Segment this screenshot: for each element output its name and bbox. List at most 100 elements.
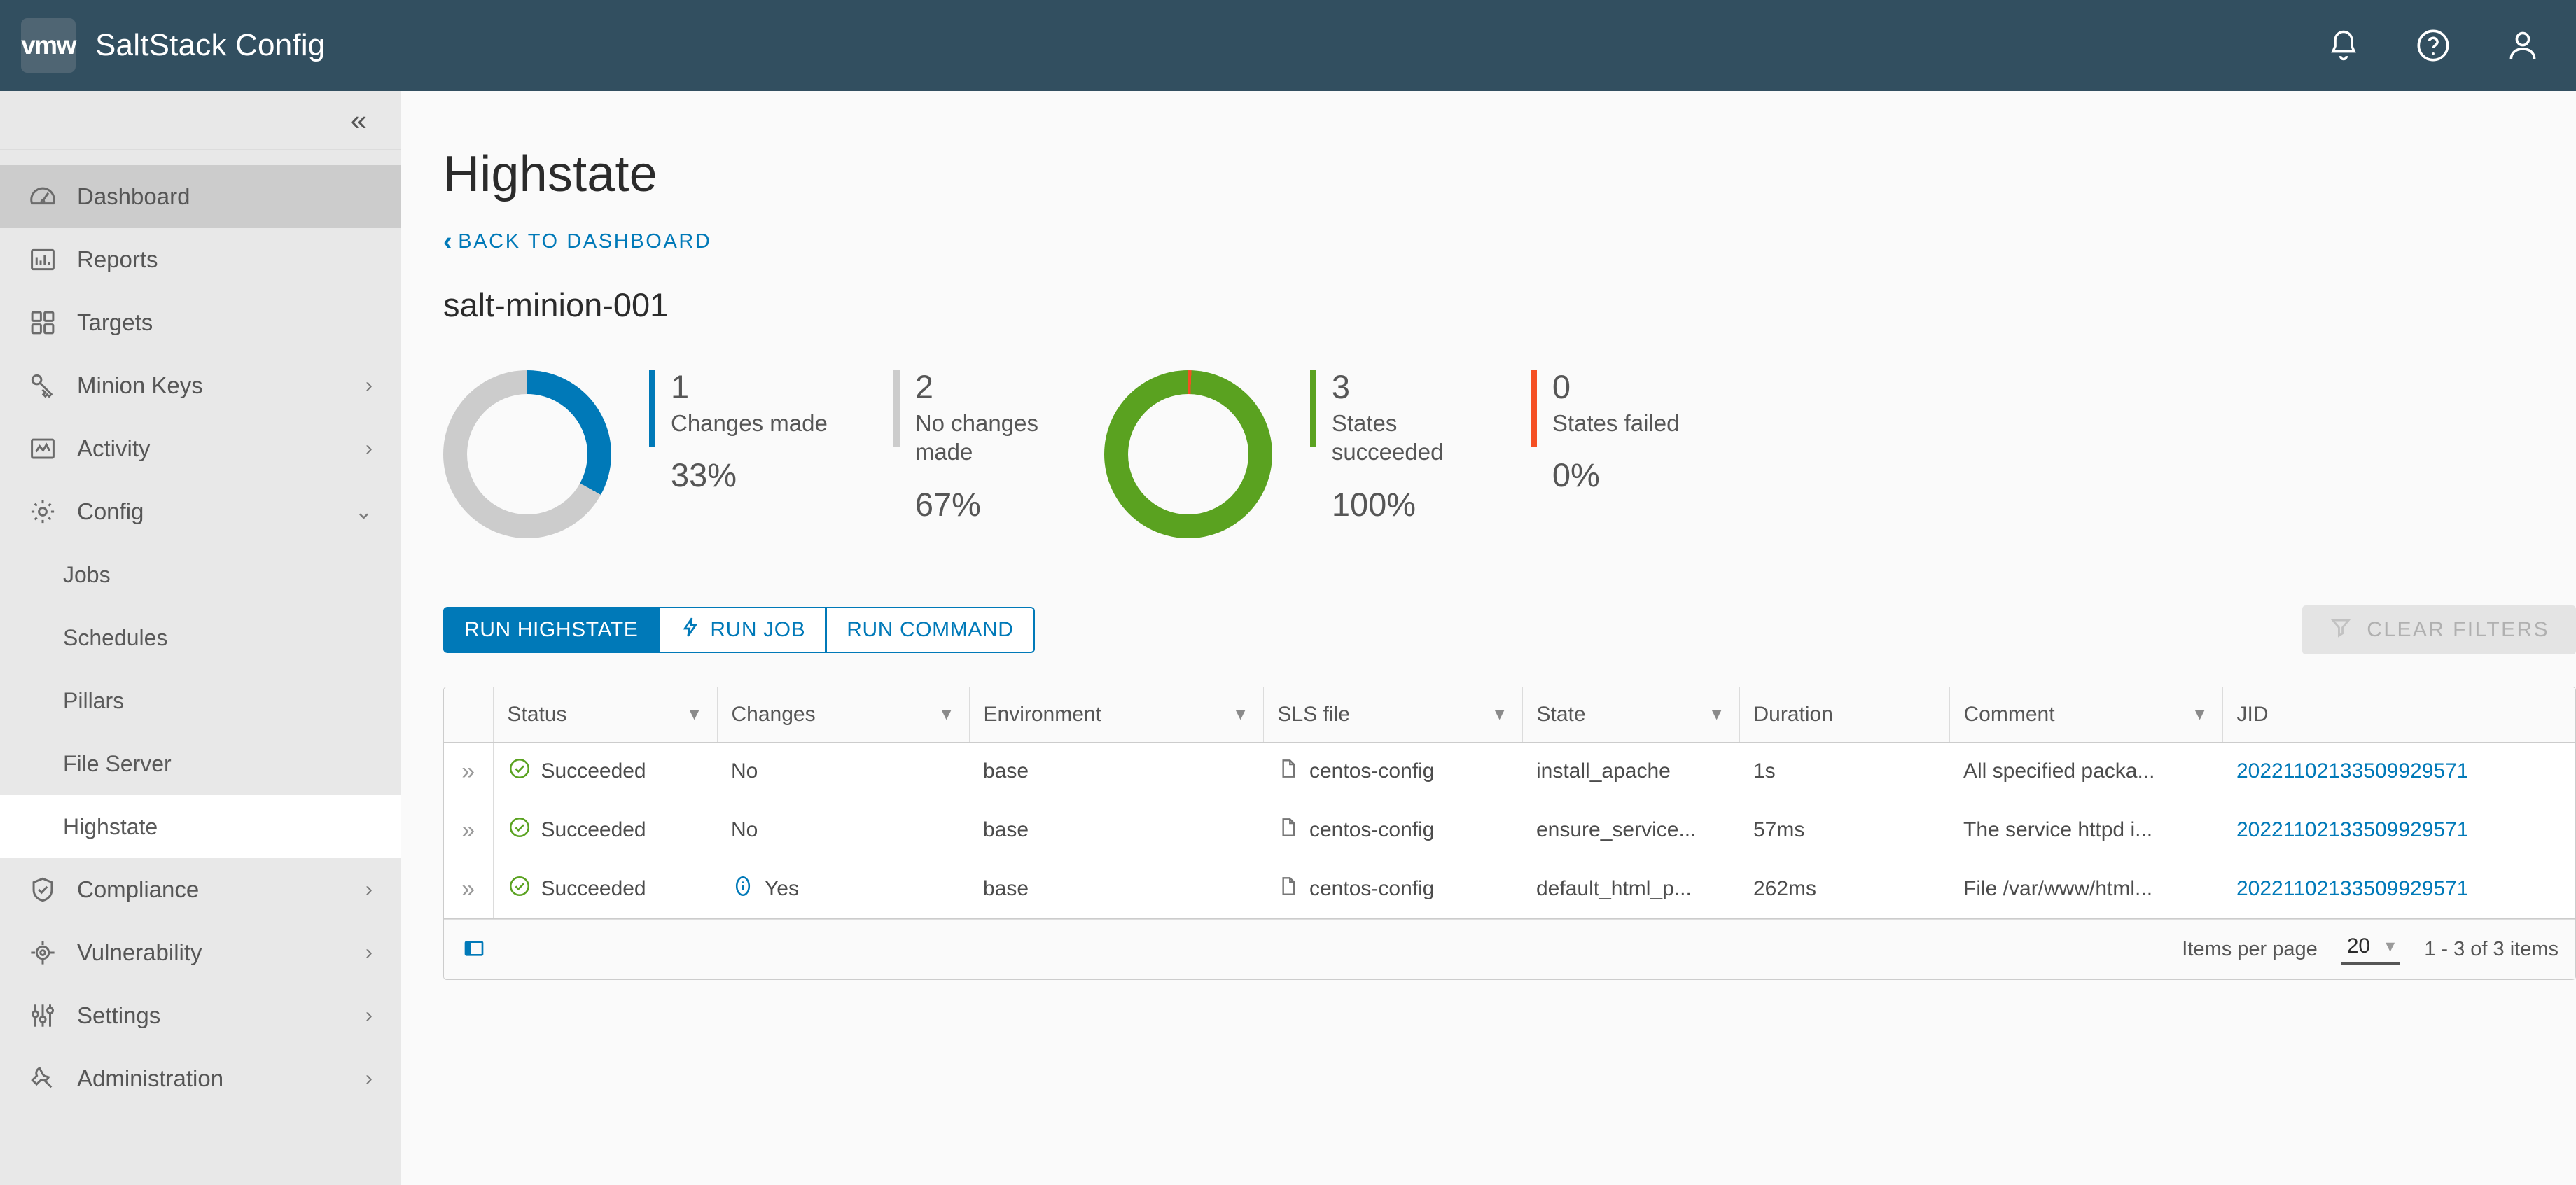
cell-duration: 262ms xyxy=(1739,860,1949,919)
sidebar-item-targets[interactable]: Targets xyxy=(0,291,401,354)
sidebar-item-schedules[interactable]: Schedules xyxy=(0,606,401,669)
column-header-comment[interactable]: Comment ▼ xyxy=(1949,687,2222,743)
items-per-page-select[interactable]: 20 ▾ xyxy=(2341,934,2401,965)
sidebar-item-label: Activity xyxy=(77,435,151,461)
run-command-button[interactable]: RUN COMMAND xyxy=(826,607,1035,653)
status-text: Succeeded xyxy=(541,818,646,841)
column-header-environment[interactable]: Environment ▼ xyxy=(968,687,1263,743)
column-header-state[interactable]: State ▼ xyxy=(1522,687,1739,743)
run-job-button[interactable]: RUN JOB xyxy=(659,607,827,653)
chevron-down-icon: ▾ xyxy=(2386,935,2395,956)
stat-states-succeeded: 3 States succeeded 100% xyxy=(1309,370,1465,524)
column-header-label: Comment xyxy=(1963,702,2055,726)
run-highstate-button[interactable]: RUN HIGHSTATE xyxy=(443,607,660,653)
sls-file-text: centos-config xyxy=(1309,759,1435,783)
chevron-right-icon[interactable]: › xyxy=(365,941,373,965)
help-icon[interactable] xyxy=(2414,26,2453,65)
sidebar-item-config[interactable]: Config ⌄ xyxy=(0,480,401,543)
target-icon xyxy=(27,937,59,969)
column-filter-icon[interactable]: ▼ xyxy=(938,705,955,724)
pagination-range: 1 - 3 of 3 items xyxy=(2424,937,2558,960)
stat-color-bar xyxy=(893,370,900,447)
sidebar-item-dashboard[interactable]: Dashboard xyxy=(0,165,401,228)
sidebar-item-file-server[interactable]: File Server xyxy=(0,732,401,795)
column-filter-icon[interactable]: ▼ xyxy=(686,705,703,724)
sidebar-item-minion-keys[interactable]: Minion Keys › xyxy=(0,354,401,417)
stat-color-bar xyxy=(1309,370,1316,447)
cell-state: install_apache xyxy=(1522,742,1739,801)
file-icon xyxy=(1277,757,1300,785)
sidebar-item-jobs[interactable]: Jobs xyxy=(0,543,401,606)
back-to-dashboard-link[interactable]: ‹ BACK TO DASHBOARD xyxy=(443,228,711,255)
sidebar-item-label: Targets xyxy=(77,309,153,335)
row-expand-icon[interactable]: » xyxy=(444,801,493,860)
report-icon xyxy=(27,244,59,276)
chevron-left-icon: ‹ xyxy=(443,227,454,256)
column-filter-icon[interactable]: ▼ xyxy=(1708,705,1725,724)
chevron-right-icon[interactable]: › xyxy=(365,878,373,902)
sidebar-item-label: Administration xyxy=(77,1065,224,1091)
sidebar-item-highstate[interactable]: Highstate xyxy=(0,795,401,858)
chevron-right-icon[interactable]: › xyxy=(365,374,373,398)
sidebar-item-pillars[interactable]: Pillars xyxy=(0,669,401,732)
jid-link[interactable]: 20221102133509929571 xyxy=(2236,877,2468,900)
sidebar-item-vulnerability[interactable]: Vulnerability › xyxy=(0,921,401,984)
stat-percent: 33% xyxy=(671,456,737,494)
cell-status: Succeeded xyxy=(492,801,717,860)
main-content: Highstate ‹ BACK TO DASHBOARD salt-minio… xyxy=(401,91,2576,1185)
table-row[interactable]: » Succeeded No base centos-config ensure_serv… xyxy=(444,801,2575,860)
jid-link[interactable]: 20221102133509929571 xyxy=(2236,759,2468,783)
chevron-right-icon[interactable]: › xyxy=(365,1004,373,1028)
column-header-label: SLS file xyxy=(1277,702,1350,726)
jid-link[interactable]: 20221102133509929571 xyxy=(2236,818,2468,841)
cell-environment: base xyxy=(969,742,1263,801)
changes-text: Yes xyxy=(765,877,799,900)
check-circle-icon xyxy=(508,815,531,845)
cell-state: default_html_p... xyxy=(1522,860,1739,919)
row-expand-icon[interactable]: » xyxy=(444,860,493,919)
table-row[interactable]: » Succeeded Yes base centos-config default_ht… xyxy=(444,860,2575,919)
table-row[interactable]: » Succeeded No base centos-config install_apa… xyxy=(444,742,2575,801)
sls-file-text: centos-config xyxy=(1309,818,1435,841)
table-body: » Succeeded No base centos-config install_apa… xyxy=(444,742,2575,919)
run-command-label: RUN COMMAND xyxy=(847,618,1014,641)
sls-file-text: centos-config xyxy=(1309,877,1435,900)
column-filter-icon[interactable]: ▼ xyxy=(1491,705,1508,724)
stat-label: No changes made xyxy=(914,410,1038,465)
column-header-sls-file[interactable]: SLS file ▼ xyxy=(1262,687,1522,743)
sidebar-item-reports[interactable]: Reports xyxy=(0,228,401,291)
column-header-jid[interactable]: JID xyxy=(2222,687,2575,743)
sidebar-item-label: Config xyxy=(77,498,144,524)
chevron-right-icon[interactable]: › xyxy=(365,1067,373,1091)
sidebar-item-label: Jobs xyxy=(63,561,111,587)
pagination-controls: Items per page 20 ▾ 1 - 3 of 3 items xyxy=(2182,934,2558,965)
app-root: vmw SaltStack Config « Dashboard Reports T… xyxy=(0,0,2576,1185)
chevron-down-icon[interactable]: ⌄ xyxy=(355,500,373,524)
run-highstate-label: RUN HIGHSTATE xyxy=(464,618,639,641)
sidebar-item-activity[interactable]: Activity › xyxy=(0,417,401,480)
row-expand-icon[interactable]: » xyxy=(444,742,493,801)
check-circle-icon xyxy=(508,757,531,786)
sidebar-item-administration[interactable]: Administration › xyxy=(0,1047,401,1110)
bell-icon[interactable] xyxy=(2324,26,2363,65)
collapse-sidebar-icon[interactable]: « xyxy=(351,105,367,135)
column-toggle-icon[interactable] xyxy=(461,937,489,961)
column-header-duration[interactable]: Duration xyxy=(1739,687,1949,743)
chevron-right-icon[interactable]: › xyxy=(365,437,373,461)
stat-label: Changes made xyxy=(671,410,828,436)
vmware-logo: vmw xyxy=(21,18,76,73)
key-icon xyxy=(27,370,59,402)
sidebar-item-compliance[interactable]: Compliance › xyxy=(0,858,401,921)
sidebar-item-label: Compliance xyxy=(77,876,200,902)
sidebar-item-label: Vulnerability xyxy=(77,939,202,965)
user-icon[interactable] xyxy=(2503,26,2542,65)
column-header-status[interactable]: Status ▼ xyxy=(492,687,717,743)
run-job-label: RUN JOB xyxy=(710,618,806,641)
column-filter-icon[interactable]: ▼ xyxy=(1232,705,1249,724)
column-filter-icon[interactable]: ▼ xyxy=(2192,705,2208,724)
cell-jid: 20221102133509929571 xyxy=(2222,860,2575,919)
column-header-changes[interactable]: Changes ▼ xyxy=(716,687,969,743)
clear-filters-button[interactable]: CLEAR FILTERS xyxy=(2302,605,2576,654)
stat-value: 2 xyxy=(914,368,933,405)
sidebar-item-settings[interactable]: Settings › xyxy=(0,984,401,1047)
